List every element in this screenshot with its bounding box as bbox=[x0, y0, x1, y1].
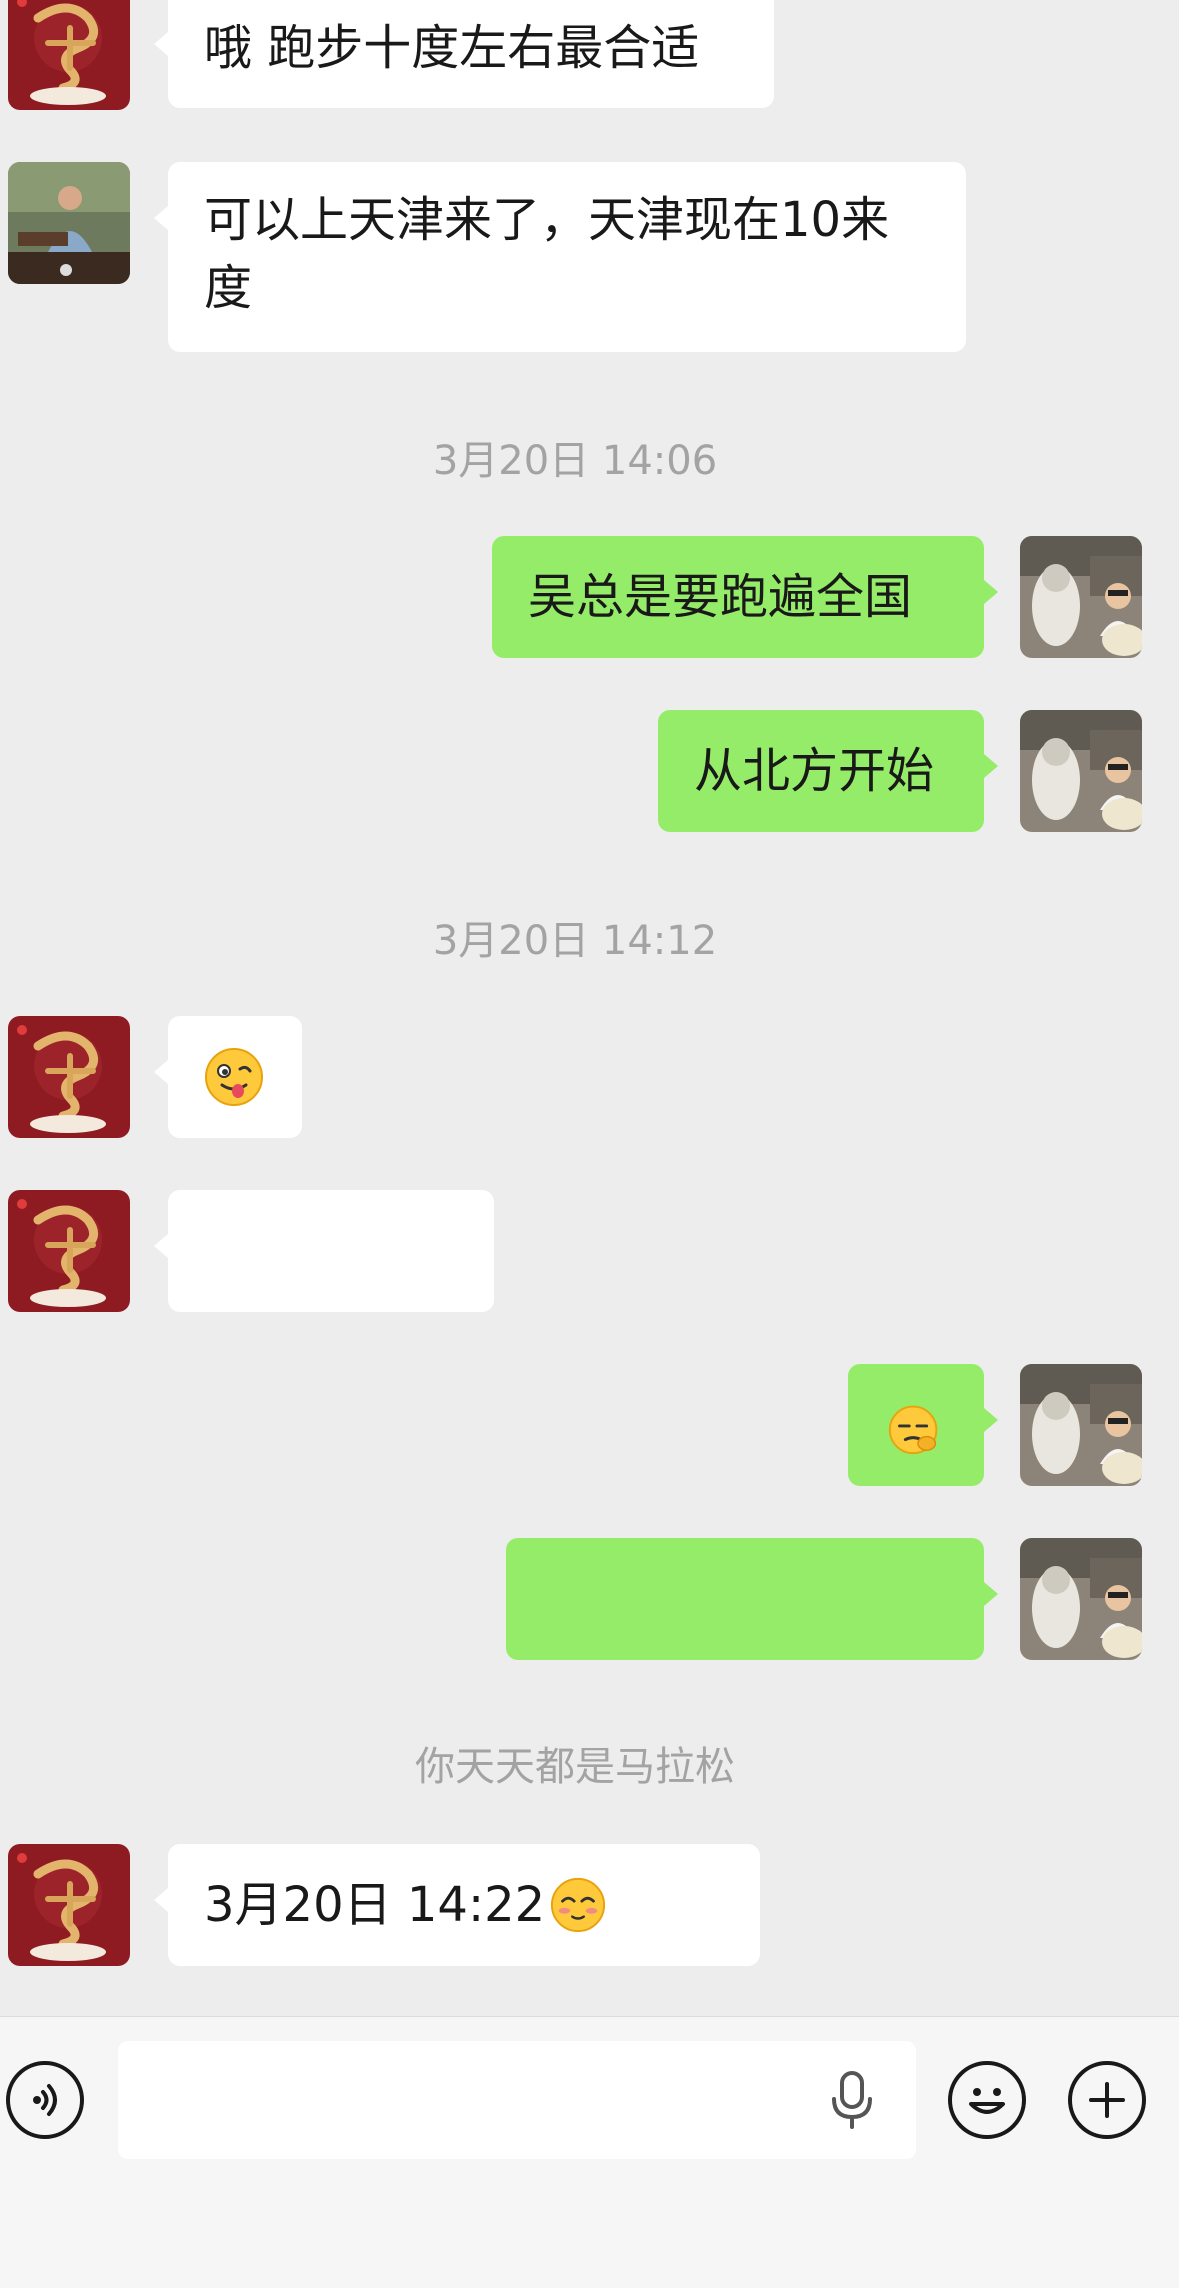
message-input[interactable] bbox=[118, 2041, 916, 2159]
contact-avatar[interactable] bbox=[8, 1190, 130, 1312]
self-avatar[interactable] bbox=[1020, 1538, 1142, 1660]
message-bubble[interactable] bbox=[848, 1364, 998, 1486]
self-avatar[interactable] bbox=[1020, 1364, 1142, 1486]
message-bubble[interactable]: 3月20日 14:22 bbox=[154, 1844, 760, 1966]
message-text-line: 度 bbox=[204, 260, 253, 316]
message-bubble[interactable]: 从北方开始 bbox=[658, 710, 998, 832]
voice-button[interactable] bbox=[6, 2061, 84, 2139]
message-text: 从北方开始 bbox=[694, 743, 935, 799]
message-bubble[interactable] bbox=[506, 1538, 998, 1660]
message-text: 3月20日 14:22 bbox=[204, 1877, 546, 1933]
microphone-icon[interactable] bbox=[830, 2071, 874, 2131]
more-button[interactable] bbox=[1068, 2061, 1146, 2139]
message-bubble[interactable]: 吴总是要跑遍全国 bbox=[492, 536, 998, 658]
voice-icon bbox=[33, 2084, 57, 2116]
message-text: 吴总是要跑遍全国 bbox=[528, 569, 913, 625]
timestamp: 你天天都是马拉松 bbox=[415, 1744, 735, 1790]
666-emoji-icon bbox=[888, 1405, 938, 1455]
contact-avatar[interactable] bbox=[8, 1016, 130, 1138]
message-bubble[interactable] bbox=[154, 1190, 494, 1312]
self-avatar[interactable] bbox=[1020, 536, 1142, 658]
plus-icon bbox=[1089, 2082, 1125, 2118]
timestamp: 3月20日 14:06 bbox=[432, 438, 718, 484]
chat-input-bar bbox=[0, 2016, 1179, 2288]
shy-smile-emoji-icon bbox=[551, 1877, 606, 1933]
contact-avatar[interactable] bbox=[8, 0, 130, 110]
contact-avatar[interactable] bbox=[8, 1844, 130, 1966]
message-text: 哦 跑步十度左右最合适 bbox=[204, 20, 700, 76]
timestamp: 3月20日 14:12 bbox=[432, 918, 718, 964]
message-text-line: 可以上天津来了，天津现在10来 bbox=[204, 192, 890, 248]
emoji-button[interactable] bbox=[948, 2061, 1026, 2139]
contact-avatar[interactable] bbox=[8, 162, 130, 284]
message-bubble[interactable]: 哦 跑步十度左右最合适 bbox=[154, 0, 774, 108]
message-bubble[interactable]: 可以上天津来了，天津现在10来 度 bbox=[154, 162, 966, 352]
self-avatar[interactable] bbox=[1020, 710, 1142, 832]
winking-tongue-emoji-icon bbox=[205, 1048, 263, 1106]
message-bubble[interactable] bbox=[154, 1016, 302, 1138]
emoji-icon bbox=[969, 2088, 1005, 2114]
